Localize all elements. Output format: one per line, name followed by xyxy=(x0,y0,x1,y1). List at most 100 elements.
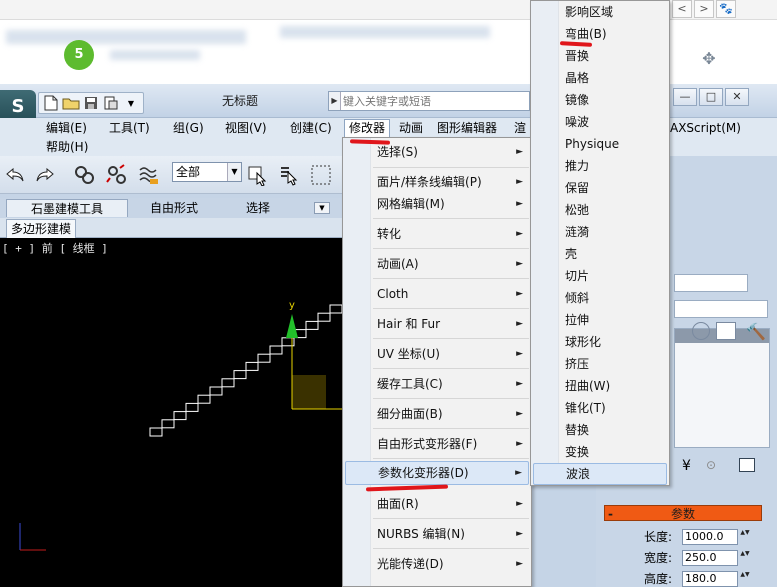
parameters-rollout-header[interactable]: - 参数 xyxy=(604,505,762,521)
ribbon-panel: 多边形建模 xyxy=(0,218,342,238)
link-icon[interactable] xyxy=(74,164,96,186)
tab-freeform[interactable]: 自由形式 xyxy=(138,199,210,217)
configure-sets-icon[interactable] xyxy=(739,458,755,472)
stair-step xyxy=(173,411,187,421)
rectangular-selection-icon[interactable] xyxy=(310,164,332,186)
menu-item-cache-tools[interactable]: 缓存工具(C) ► xyxy=(345,372,529,396)
height-input[interactable]: 180.0 xyxy=(682,571,738,587)
menu-item-animation[interactable]: 动画(A) ► xyxy=(345,252,529,276)
menu-item-squeeze[interactable]: 挤压 xyxy=(533,353,667,375)
menu-item-stretch[interactable]: 拉伸 xyxy=(533,309,667,331)
menu-item-cloth[interactable]: Cloth ► xyxy=(345,282,529,306)
menu-item-push[interactable]: 推力 xyxy=(533,155,667,177)
object-name-field[interactable] xyxy=(674,274,748,292)
undo-icon[interactable] xyxy=(4,164,26,186)
move-icon[interactable]: ✥ xyxy=(700,50,718,68)
menu-item-skew[interactable]: 倾斜 xyxy=(533,287,667,309)
modifier-stack[interactable] xyxy=(674,328,770,448)
menu-item-uv-coordinates[interactable]: UV 坐标(U) ► xyxy=(345,342,529,366)
length-input[interactable]: 1000.0 xyxy=(682,529,738,545)
menu-create[interactable]: 创建(C) xyxy=(286,119,336,137)
menu-group[interactable]: 组(G) xyxy=(169,119,208,137)
extension-icon[interactable]: 🐾 xyxy=(716,0,736,18)
menu-modifiers[interactable]: 修改器 xyxy=(344,119,391,137)
menu-item-mesh-editing[interactable]: 网格编辑(M) ► xyxy=(345,192,529,216)
select-object-icon[interactable] xyxy=(246,164,268,186)
menu-item-preserve[interactable]: 保留 xyxy=(533,177,667,199)
pin-stack-icon[interactable]: ¥ xyxy=(682,458,691,474)
menu-item-wave[interactable]: 波浪 xyxy=(533,463,667,485)
ribbon-options-button[interactable]: ▼ xyxy=(314,202,330,214)
menu-help[interactable]: 帮助(H) xyxy=(42,138,92,156)
modifiers-menu: 选择(S) ► 面片/样条线编辑(P) ► 网格编辑(M) ► 转化 ► 动画(A) ► … xyxy=(342,137,532,587)
spinner-icon[interactable]: ▲▼ xyxy=(740,550,750,566)
modifier-list-dropdown[interactable] xyxy=(674,300,768,318)
stair-step xyxy=(245,361,259,371)
menu-graph-editors[interactable]: 图形编辑器 xyxy=(433,119,501,137)
menu-item-relax[interactable]: 松弛 xyxy=(533,199,667,221)
new-file-icon[interactable] xyxy=(42,94,60,112)
unlink-icon[interactable] xyxy=(106,164,128,186)
menu-item-parametric-deformers[interactable]: 参数化变形器(D) ► xyxy=(345,461,529,485)
menu-item-ripple[interactable]: 涟漪 xyxy=(533,221,667,243)
save-icon[interactable] xyxy=(82,94,100,112)
menu-item-substitute[interactable]: 替换 xyxy=(533,419,667,441)
menu-item-subdivision-surfaces[interactable]: 细分曲面(B) ► xyxy=(345,402,529,426)
staircase-wireframe xyxy=(149,304,342,437)
menu-maxscript[interactable]: AXScript(M) xyxy=(666,119,745,137)
menu-item-hair-fur[interactable]: Hair 和 Fur ► xyxy=(345,312,529,336)
menu-item-label: Cloth xyxy=(377,287,409,301)
prev-button[interactable]: < xyxy=(672,0,692,18)
submenu-arrow-icon: ► xyxy=(516,177,523,187)
bind-space-warp-icon[interactable] xyxy=(138,164,160,186)
selection-filter-dropdown[interactable]: 全部 ▼ xyxy=(172,162,242,182)
open-folder-icon[interactable] xyxy=(62,94,80,112)
front-viewport[interactable]: [ + ] 前 [ 线框 ] y xyxy=(0,238,342,587)
hammer-icon[interactable]: 🔨 xyxy=(746,322,766,341)
menu-item-surface[interactable]: 曲面(R) ► xyxy=(345,492,529,516)
param-label: 长度: xyxy=(643,530,672,544)
menu-item-noise[interactable]: 噪波 xyxy=(533,111,667,133)
menu-tools[interactable]: 工具(T) xyxy=(105,119,154,137)
close-button[interactable]: ✕ xyxy=(725,88,749,106)
display-panel-icon[interactable] xyxy=(692,322,710,340)
tab-polygon-modeling[interactable]: 多边形建模 xyxy=(6,219,77,238)
spinner-icon[interactable]: ▲▼ xyxy=(740,529,750,545)
width-input[interactable]: 250.0 xyxy=(682,550,738,566)
search-input[interactable] xyxy=(343,93,527,109)
menu-view[interactable]: 视图(V) xyxy=(221,119,271,137)
redo-icon[interactable] xyxy=(34,164,56,186)
menu-item-spherify[interactable]: 球形化 xyxy=(533,331,667,353)
menu-item-xform[interactable]: 变换 xyxy=(533,441,667,463)
spinner-icon[interactable]: ▲▼ xyxy=(740,571,750,587)
chevron-right-icon[interactable]: ▶ xyxy=(329,92,341,110)
menu-item-twist[interactable]: 扭曲(W) xyxy=(533,375,667,397)
project-folder-icon[interactable] xyxy=(102,94,120,112)
menu-rendering[interactable]: 渲 xyxy=(510,119,530,137)
menu-item-shell[interactable]: 壳 xyxy=(533,243,667,265)
menu-item-affect-region[interactable]: 影响区域 xyxy=(533,1,667,23)
menu-edit[interactable]: 编辑(E) xyxy=(42,119,91,137)
menu-item-slice[interactable]: 切片 xyxy=(533,265,667,287)
menu-animation[interactable]: 动画 xyxy=(395,119,427,137)
tab-selection[interactable]: 选择 xyxy=(232,199,284,217)
menu-item-patch-spline-editing[interactable]: 面片/样条线编辑(P) ► xyxy=(345,170,529,194)
menu-item-free-form-deformers[interactable]: 自由形式变形器(F) ► xyxy=(345,432,529,456)
menu-item-mirror[interactable]: 镜像 xyxy=(533,89,667,111)
menu-item-conversion[interactable]: 转化 ► xyxy=(345,222,529,246)
select-by-name-icon[interactable] xyxy=(278,164,300,186)
utilities-monitor-icon[interactable] xyxy=(716,322,736,340)
menu-item-radiosity[interactable]: 光能传递(D) ► xyxy=(345,552,529,576)
menu-item-lattice[interactable]: 晶格 xyxy=(533,67,667,89)
menu-item-taper[interactable]: 锥化(T) xyxy=(533,397,667,419)
menu-item-bend[interactable]: 弯曲(B) xyxy=(533,23,667,45)
chevron-down-icon[interactable]: ▼ xyxy=(122,94,140,112)
restore-button[interactable]: □ xyxy=(699,88,723,106)
menu-item-nurbs-editing[interactable]: NURBS 编辑(N) ► xyxy=(345,522,529,546)
tab-graphite-modeling[interactable]: 石墨建模工具 xyxy=(6,199,128,217)
next-button[interactable]: > xyxy=(694,0,714,18)
menu-item-displace[interactable]: 晋换 xyxy=(533,45,667,67)
show-end-result-icon[interactable]: ⊙ xyxy=(706,458,716,472)
minimize-button[interactable]: — xyxy=(673,88,697,106)
menu-item-physique[interactable]: Physique xyxy=(533,133,667,155)
